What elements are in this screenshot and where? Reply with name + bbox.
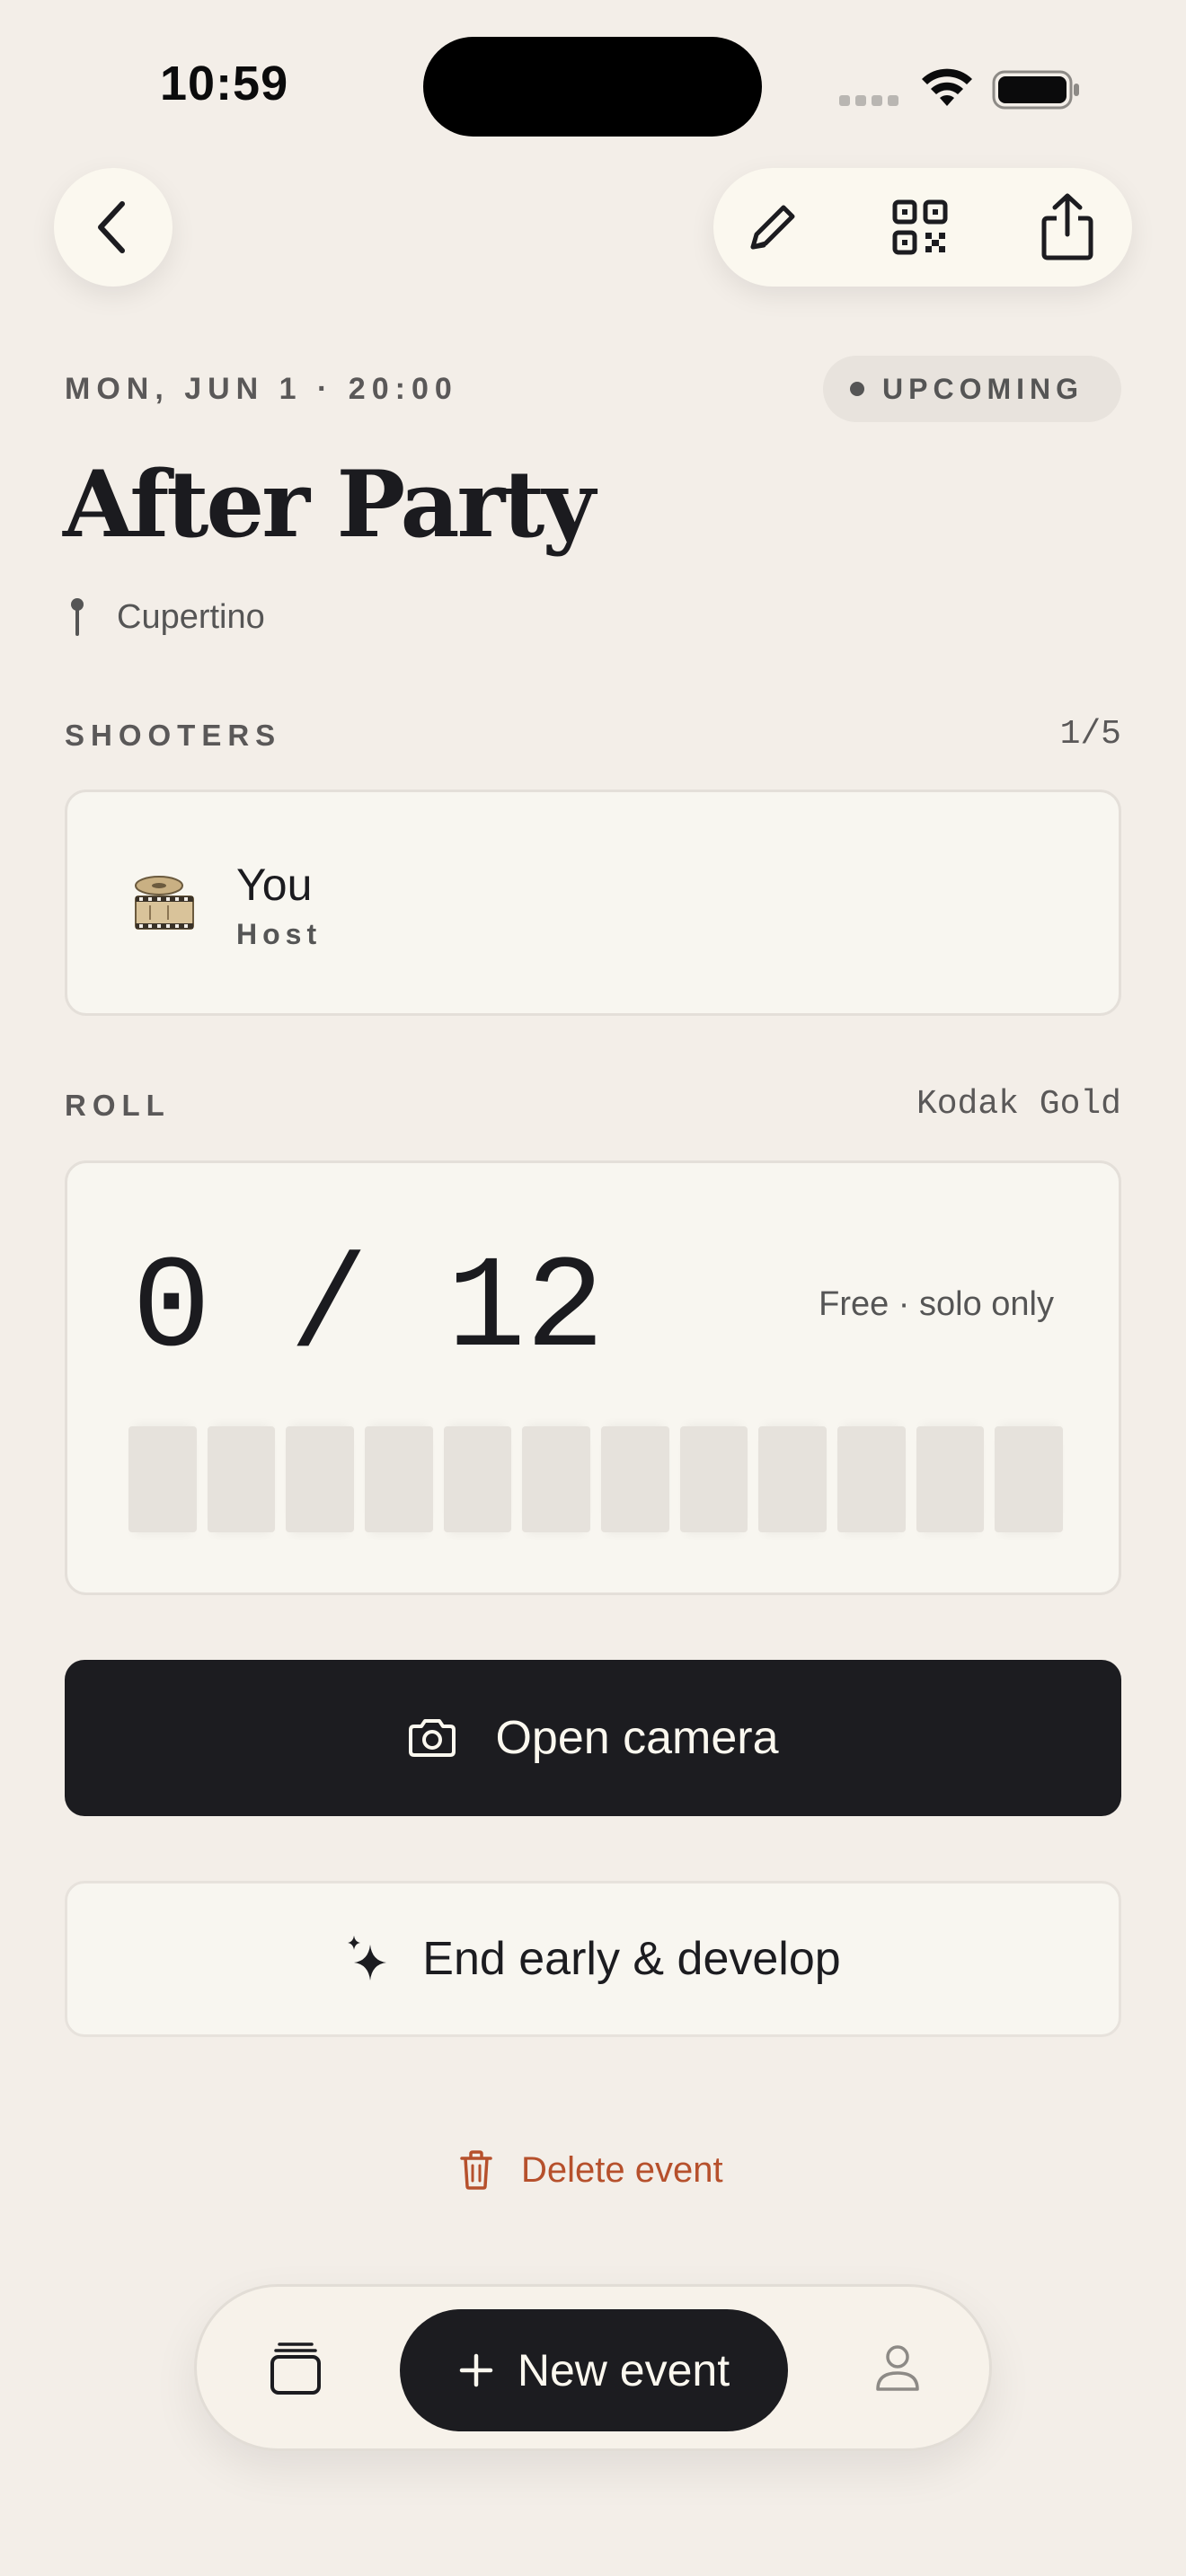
camera-icon xyxy=(409,1719,456,1757)
dynamic-island xyxy=(423,37,762,137)
new-event-label: New event xyxy=(517,2345,730,2395)
roll-frame-slot xyxy=(601,1426,669,1532)
page-title: After Party xyxy=(63,451,596,559)
film-reel-icon xyxy=(135,876,194,930)
shooter-name: You xyxy=(236,860,313,910)
qr-code-button[interactable] xyxy=(884,191,956,263)
share-icon xyxy=(1041,193,1093,260)
stack-icon xyxy=(270,2342,321,2395)
shooter-role: Host xyxy=(236,918,323,950)
sparkles-icon xyxy=(348,1936,387,1981)
qr-code-icon xyxy=(892,199,948,255)
event-location: Cupertino xyxy=(68,596,265,638)
roll-count: 0 / 12 xyxy=(132,1235,605,1384)
open-camera-label: Open camera xyxy=(495,1712,779,1764)
roll-frame-slot xyxy=(995,1426,1064,1532)
roll-frame-slot xyxy=(286,1426,355,1532)
battery-icon xyxy=(992,70,1079,110)
cellular-signal-icon xyxy=(839,95,902,106)
tab-profile[interactable] xyxy=(862,2332,934,2404)
roll-frame-slot xyxy=(679,1426,748,1532)
status-badge: UPCOMING xyxy=(823,356,1121,422)
person-icon xyxy=(876,2345,919,2391)
shooter-list-item[interactable]: You Host xyxy=(65,790,1121,1016)
edit-button[interactable] xyxy=(737,191,809,263)
open-camera-button[interactable]: Open camera xyxy=(65,1660,1121,1816)
roll-frames xyxy=(128,1426,1064,1532)
roll-frame-slot xyxy=(365,1426,433,1532)
new-event-button[interactable]: New event xyxy=(400,2309,788,2431)
delete-event-label: Delete event xyxy=(521,2149,723,2190)
shooters-count: 1/5 xyxy=(1059,715,1121,754)
roll-frame-slot xyxy=(443,1426,512,1532)
roll-frame-slot xyxy=(837,1426,906,1532)
plus-icon xyxy=(459,2353,493,2387)
roll-frame-slot xyxy=(916,1426,985,1532)
share-button[interactable] xyxy=(1031,191,1103,263)
trash-icon xyxy=(460,2150,492,2190)
bottom-tab-bar: New event xyxy=(194,2284,992,2451)
delete-event-button[interactable]: Delete event xyxy=(458,2143,723,2197)
event-date-time: MON, JUN 1 · 20:00 xyxy=(65,372,458,406)
status-badge-label: UPCOMING xyxy=(882,372,1084,405)
event-detail-screen: 10:59 MON, JUN 1 · 20:00 UPCOMING After … xyxy=(0,0,1186,2576)
end-early-label: End early & develop xyxy=(422,1933,841,1985)
back-button[interactable] xyxy=(54,168,173,287)
status-dot xyxy=(850,382,864,396)
shooters-section-label: SHOOTERS xyxy=(65,719,282,752)
pencil-icon xyxy=(750,205,795,250)
chevron-left-icon xyxy=(98,201,125,253)
pin-icon xyxy=(71,598,84,636)
roll-note: Free · solo only xyxy=(819,1285,1054,1323)
roll-card: 0 / 12 Free · solo only xyxy=(65,1160,1121,1595)
tab-events[interactable] xyxy=(260,2332,332,2404)
end-early-button[interactable]: End early & develop xyxy=(65,1881,1121,2037)
roll-section-label: ROLL xyxy=(65,1089,171,1122)
roll-frame-slot xyxy=(758,1426,828,1532)
wifi-icon xyxy=(922,68,972,106)
roll-frame-slot xyxy=(522,1426,591,1532)
status-time: 10:59 xyxy=(160,57,289,110)
roll-frame-slot xyxy=(207,1426,276,1532)
event-actions xyxy=(713,168,1132,287)
roll-frame-slot xyxy=(128,1426,197,1532)
roll-film-type: Kodak Gold xyxy=(916,1085,1121,1124)
location-label: Cupertino xyxy=(117,597,265,636)
